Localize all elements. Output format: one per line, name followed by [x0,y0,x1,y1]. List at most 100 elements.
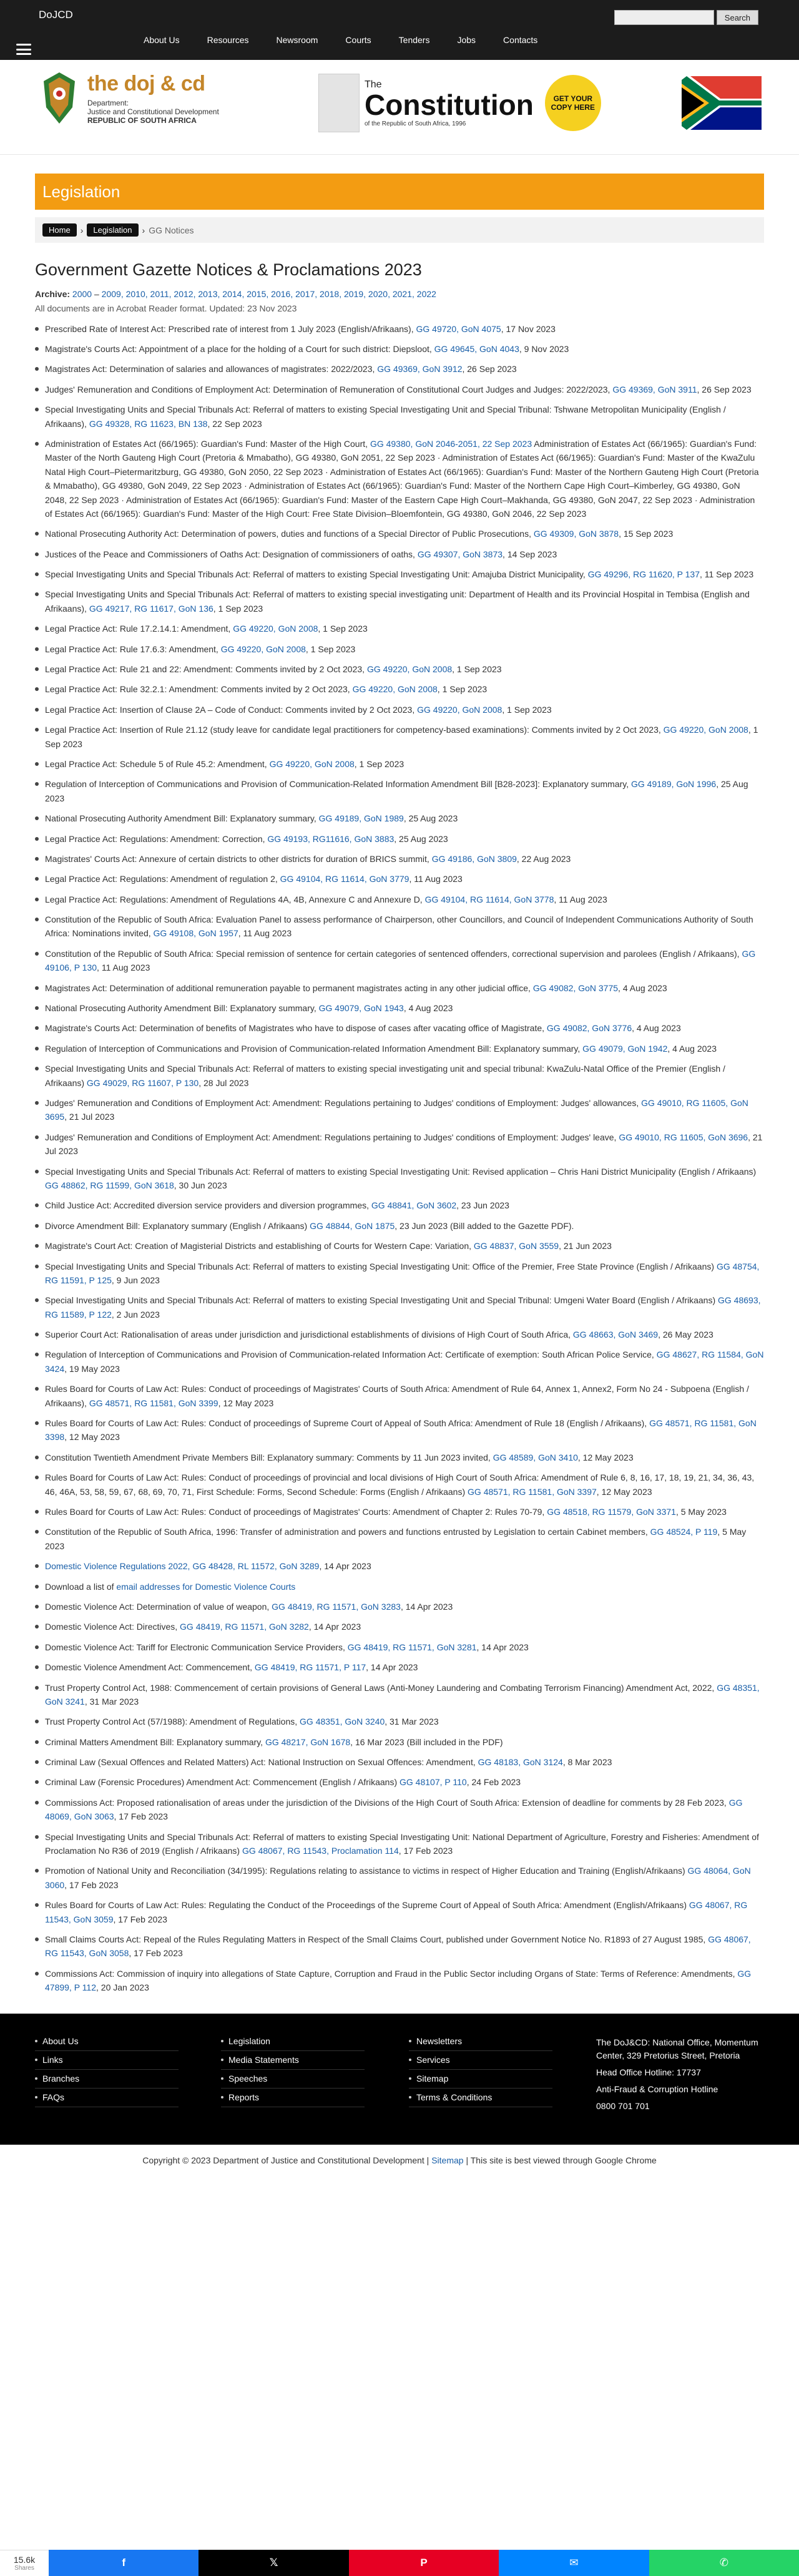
notice-gazette-link[interactable]: GG 48837, GoN 3559 [474,1241,559,1251]
footer-link-reports[interactable]: Reports [221,2089,365,2107]
notice-gazette-link[interactable]: GG 49010, RG 11605, GoN 3696 [619,1132,748,1142]
notice-gazette-link[interactable]: GG 49220, GoN 2008 [664,725,748,735]
notice-gazette-link[interactable]: GG 48862, RG 11599, GoN 3618 [45,1180,174,1190]
notice-gazette-link[interactable]: GG 49369, GoN 3911 [612,384,697,394]
notice-gazette-link[interactable]: GG 48589, GoN 3410 [493,1452,578,1462]
notice-gazette-link[interactable]: GG 49104, RG 11614, GoN 3778 [425,894,554,904]
footer-link-terms[interactable]: Terms & Conditions [409,2089,552,2107]
footer-link-media-statements[interactable]: Media Statements [221,2051,365,2070]
breadcrumb-home[interactable]: Home [42,223,77,237]
breadcrumb-legislation[interactable]: Legislation [87,223,139,237]
notice-gazette-link[interactable]: GG 48518, RG 11579, GoN 3371 [547,1507,676,1517]
nav-about-us[interactable]: About Us [144,35,180,45]
notice-gazette-link[interactable]: GG 49189, GoN 1996 [631,779,716,789]
share-facebook-button[interactable]: f [49,2550,199,2576]
notice-gazette-link[interactable]: email addresses for Domestic Violence Co… [116,1582,295,1592]
notice-gazette-link[interactable]: GG 49079, GoN 1943 [319,1003,404,1013]
archive-year-link[interactable]: 2019 [344,289,363,299]
archive-year-link[interactable]: 2000 [72,289,92,299]
share-messenger-button[interactable]: ✉ [499,2550,649,2576]
notice-gazette-link[interactable]: GG 49186, GoN 3809 [432,854,517,864]
nav-tenders[interactable]: Tenders [399,35,430,45]
notice-gazette-link[interactable]: GG 48571, RG 11581, GoN 3397 [468,1487,597,1497]
footer-link-legislation[interactable]: Legislation [221,2032,365,2051]
notice-gazette-link[interactable]: GG 48419, RG 11571, GoN 3281 [348,1642,477,1652]
search-input[interactable] [614,10,714,25]
notice-gazette-link[interactable]: GG 49220, GoN 2008 [221,644,306,654]
notice-gazette-link[interactable]: GG 48524, P 119 [650,1527,718,1537]
footer-link-services[interactable]: Services [409,2051,552,2070]
notice-gazette-link[interactable]: GG 49193, RG11616, GoN 3883 [267,834,394,844]
footer-link-speeches[interactable]: Speeches [221,2070,365,2089]
notice-gazette-link[interactable]: GG 49220, GoN 2008 [233,624,318,634]
hamburger-menu-icon[interactable] [16,44,31,55]
notice-gazette-link[interactable]: GG 49220, GoN 2008 [367,664,452,674]
notice-gazette-link[interactable]: GG 49220, GoN 2008 [270,759,355,769]
notice-gazette-link[interactable]: GG 48351, GoN 3240 [300,1717,385,1726]
archive-year-link[interactable]: 2015 [247,289,266,299]
notice-gazette-link[interactable]: GG 48107, P 110 [400,1777,467,1787]
get-copy-badge[interactable]: GET YOUR COPY HERE [544,75,601,131]
notice-gazette-link[interactable]: GG 49029, RG 11607, P 130 [87,1078,199,1088]
notice-gazette-link[interactable]: GG 49104, RG 11614, GoN 3779 [280,874,409,884]
nav-contacts[interactable]: Contacts [503,35,537,45]
notice-gazette-link[interactable]: GG 49082, GoN 3776 [547,1023,632,1033]
notice-gazette-link[interactable]: GG 49189, GoN 1989 [319,813,404,823]
share-whatsapp-button[interactable]: ✆ [649,2550,799,2576]
archive-year-link[interactable]: 2021 [393,289,412,299]
nav-newsroom[interactable]: Newsroom [277,35,318,45]
notice-gazette-link[interactable]: GG 49720, GoN 4075 [416,324,501,334]
notice-gazette-link[interactable]: GG 49380, GoN 2046-2051, 22 Sep 2023 [370,439,532,449]
share-pinterest-button[interactable]: P [348,2550,499,2576]
notice-gazette-link[interactable]: GG 49079, GoN 1942 [582,1044,667,1054]
notice-gazette-link[interactable]: GG 48419, RG 11571, GoN 3283 [272,1602,401,1612]
notice-gazette-link[interactable]: GG 49328, RG 11623, BN 138 [89,419,208,429]
archive-year-link[interactable]: 2016 [271,289,290,299]
archive-year-link[interactable]: 2018 [320,289,339,299]
archive-year-link[interactable]: 2010 [126,289,145,299]
notice-gazette-link[interactable]: GG 48183, GoN 3124 [478,1757,563,1767]
archive-year-link[interactable]: 2014 [222,289,242,299]
notice-gazette-link[interactable]: GG 48067, RG 11543, Proclamation 114 [242,1846,399,1856]
notice-gazette-link[interactable]: GG 48419, RG 11571, P 117 [255,1662,366,1672]
archive-year-link[interactable]: 2009 [102,289,121,299]
notice-gazette-link[interactable]: GG 49309, GoN 3878 [534,529,619,539]
nav-jobs[interactable]: Jobs [457,35,476,45]
archive-year-link[interactable]: 2012 [174,289,193,299]
notice-gazette-link[interactable]: GG 49220, GoN 2008 [417,705,502,715]
footer-link-sitemap[interactable]: Sitemap [409,2070,552,2089]
copyright-sitemap-link[interactable]: Sitemap [431,2155,463,2165]
footer-anti-fraud-phone[interactable]: 0800 701 701 [596,2100,765,2113]
notice-gazette-link[interactable]: Domestic Violence Regulations 2022, GG 4… [45,1561,319,1571]
notice-gazette-link[interactable]: GG 48419, RG 11571, GoN 3282 [180,1622,309,1632]
notice-gazette-link[interactable]: GG 49296, RG 11620, P 137 [588,569,700,579]
notice-gazette-link[interactable]: GG 49220, GoN 2008 [353,684,438,694]
site-brand[interactable]: DoJCD [39,9,73,21]
nav-courts[interactable]: Courts [345,35,371,45]
notice-gazette-link[interactable]: GG 49217, RG 11617, GoN 136 [89,604,213,614]
footer-link-newsletters[interactable]: Newsletters [409,2032,552,2051]
notice-gazette-link[interactable]: GG 48844, GoN 1875 [310,1221,395,1231]
notice-gazette-link[interactable]: GG 49307, GoN 3873 [418,549,502,559]
constitution-promo[interactable]: The Constitution of the Republic of Sout… [318,74,601,132]
archive-year-link[interactable]: 2017 [295,289,315,299]
notice-gazette-link[interactable]: GG 48217, GoN 1678 [265,1737,350,1747]
footer-link-links[interactable]: Links [35,2051,179,2070]
archive-year-link[interactable]: 2011 [150,289,169,299]
footer-link-faqs[interactable]: FAQs [35,2089,179,2107]
archive-year-link[interactable]: 2013 [198,289,217,299]
nav-resources[interactable]: Resources [207,35,249,45]
notice-gazette-link[interactable]: GG 49082, GoN 3775 [533,983,618,993]
archive-year-link[interactable]: 2022 [417,289,436,299]
doj-logo[interactable]: the doj & cd Department: Justice and Con… [37,69,219,127]
notice-gazette-link[interactable]: GG 48571, RG 11581, GoN 3399 [89,1398,218,1408]
footer-link-branches[interactable]: Branches [35,2070,179,2089]
footer-link-about-us[interactable]: About Us [35,2032,179,2051]
archive-year-link[interactable]: 2020 [368,289,388,299]
notice-gazette-link[interactable]: GG 49645, GoN 4043 [434,344,519,354]
notice-gazette-link[interactable]: GG 48841, GoN 3602 [371,1200,456,1210]
notice-gazette-link[interactable]: GG 49108, GoN 1957 [154,928,238,938]
notice-gazette-link[interactable]: GG 49369, GoN 3912 [377,364,462,374]
share-x-button[interactable]: 𝕏 [199,2550,349,2576]
notice-gazette-link[interactable]: GG 48663, GoN 3469 [573,1330,658,1339]
